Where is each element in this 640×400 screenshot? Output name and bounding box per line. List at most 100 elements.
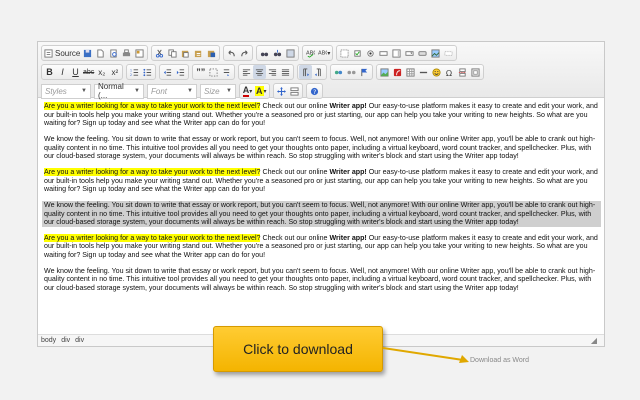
path-item[interactable]: body — [41, 337, 56, 344]
indent-button[interactable] — [174, 65, 187, 79]
align-right-icon — [269, 68, 277, 76]
replace-icon — [274, 49, 282, 56]
checkbox-button[interactable] — [351, 46, 364, 60]
textfield-button[interactable] — [377, 46, 390, 60]
chevron-down-icon: ▾ — [263, 88, 267, 95]
scayt-icon: ABC — [318, 50, 327, 56]
scayt-button[interactable]: ABC▾ — [317, 46, 331, 60]
smiley-icon — [432, 67, 441, 77]
paste-text-button[interactable] — [192, 46, 205, 60]
redo-button[interactable] — [238, 46, 251, 60]
form-button[interactable] — [338, 46, 351, 60]
preview-icon — [110, 48, 118, 58]
ltr-button[interactable] — [220, 65, 233, 79]
strike-button[interactable]: abc — [82, 65, 95, 79]
svg-text:Ω: Ω — [446, 68, 452, 77]
spellcheck-button[interactable]: ABC — [304, 46, 317, 60]
svg-text:1: 1 — [130, 68, 132, 72]
spellcheck-icon: ABC — [306, 50, 315, 58]
numbered-list-button[interactable]: 12 — [128, 65, 141, 79]
radio-button[interactable] — [364, 46, 377, 60]
italic-button[interactable]: I — [56, 65, 69, 79]
subscript-button[interactable]: x₂ — [95, 65, 108, 79]
copy-button[interactable] — [166, 46, 179, 60]
path-item[interactable]: div — [61, 337, 70, 344]
flash-button[interactable] — [391, 65, 404, 79]
svg-text:ABC: ABC — [318, 50, 327, 56]
cut-button[interactable] — [153, 46, 166, 60]
templates-button[interactable] — [133, 46, 146, 60]
link-button[interactable] — [332, 65, 345, 79]
download-callout: Click to download — [213, 326, 383, 372]
textarea-icon — [392, 48, 401, 58]
paste-button[interactable] — [179, 46, 192, 60]
iframe-button[interactable] — [469, 65, 482, 79]
hidden-field-icon — [444, 50, 453, 56]
save-button[interactable] — [81, 46, 94, 60]
bidi-rtl-button[interactable] — [312, 65, 325, 79]
underline-button[interactable]: U — [69, 65, 82, 79]
find-button[interactable] — [258, 46, 271, 60]
paragraph-text: Check out our online — [260, 233, 330, 242]
table-button[interactable] — [404, 65, 417, 79]
bulleted-list-button[interactable] — [141, 65, 154, 79]
blockquote-button[interactable]: ”” — [194, 65, 207, 79]
show-blocks-button[interactable] — [288, 84, 301, 98]
bg-color-button[interactable]: A ▾ — [254, 84, 268, 98]
paste-word-button[interactable] — [205, 46, 218, 60]
outdent-button[interactable] — [161, 65, 174, 79]
undo-icon — [228, 49, 236, 56]
bold-button[interactable]: B — [43, 65, 56, 79]
div-button[interactable] — [207, 65, 220, 79]
bidi-ltr-icon — [303, 67, 310, 76]
outdent-icon — [164, 68, 172, 76]
path-item[interactable]: div — [75, 337, 84, 344]
align-left-button[interactable] — [240, 65, 253, 79]
text-color-button[interactable]: A ▾ — [241, 84, 254, 98]
format-combo[interactable]: Normal (... ▼ — [94, 82, 144, 100]
paragraph-4-selected: We know the feeling. You sit down to wri… — [42, 200, 601, 227]
undo-button[interactable] — [225, 46, 238, 60]
print-button[interactable] — [120, 46, 133, 60]
image-button-button[interactable] — [429, 46, 442, 60]
editor-content[interactable]: Are you a writer looking for a way to ta… — [38, 98, 604, 333]
resize-grip-icon[interactable]: ◢ — [591, 336, 597, 345]
print-icon — [123, 48, 131, 56]
select-button[interactable] — [403, 46, 416, 60]
paragraph-1: Are you a writer looking for a way to ta… — [44, 102, 599, 128]
bidi-group — [297, 64, 328, 80]
select-all-button[interactable] — [284, 46, 297, 60]
styles-combo[interactable]: Styles ▼ — [41, 83, 91, 99]
preview-button[interactable] — [107, 46, 120, 60]
chevron-down-icon: ▼ — [187, 88, 193, 94]
horizontal-rule-button[interactable] — [417, 65, 430, 79]
bold-text: Writer app! — [329, 102, 367, 110]
download-as-word-link[interactable]: Download as Word — [470, 357, 529, 364]
align-center-button[interactable] — [253, 65, 267, 79]
bidi-ltr-button[interactable] — [299, 65, 313, 79]
superscript-button[interactable]: x² — [108, 65, 121, 79]
anchor-button[interactable] — [358, 65, 371, 79]
justify-button[interactable] — [279, 65, 292, 79]
replace-button[interactable] — [271, 46, 284, 60]
image-button[interactable] — [378, 65, 391, 79]
size-combo[interactable]: Size ▼ — [200, 83, 236, 99]
button-button[interactable] — [416, 46, 429, 60]
special-char-button[interactable]: Ω — [443, 65, 456, 79]
page-break-button[interactable] — [456, 65, 469, 79]
align-right-button[interactable] — [266, 65, 279, 79]
hidden-field-button[interactable] — [442, 46, 455, 60]
maximize-button[interactable] — [275, 84, 288, 98]
unlink-button[interactable] — [345, 65, 358, 79]
source-button[interactable]: Source — [43, 46, 81, 60]
textfield-icon — [379, 50, 388, 56]
smiley-button[interactable] — [430, 65, 443, 79]
font-combo[interactable]: Font ▼ — [147, 83, 197, 99]
colors-group: A ▾ A ▾ — [239, 83, 270, 99]
textarea-button[interactable] — [390, 46, 403, 60]
new-page-button[interactable] — [94, 46, 107, 60]
flash-icon — [394, 68, 402, 76]
tools-group — [272, 83, 303, 99]
about-button[interactable]: ? — [308, 84, 321, 98]
numbered-list-icon: 12 — [130, 68, 139, 77]
